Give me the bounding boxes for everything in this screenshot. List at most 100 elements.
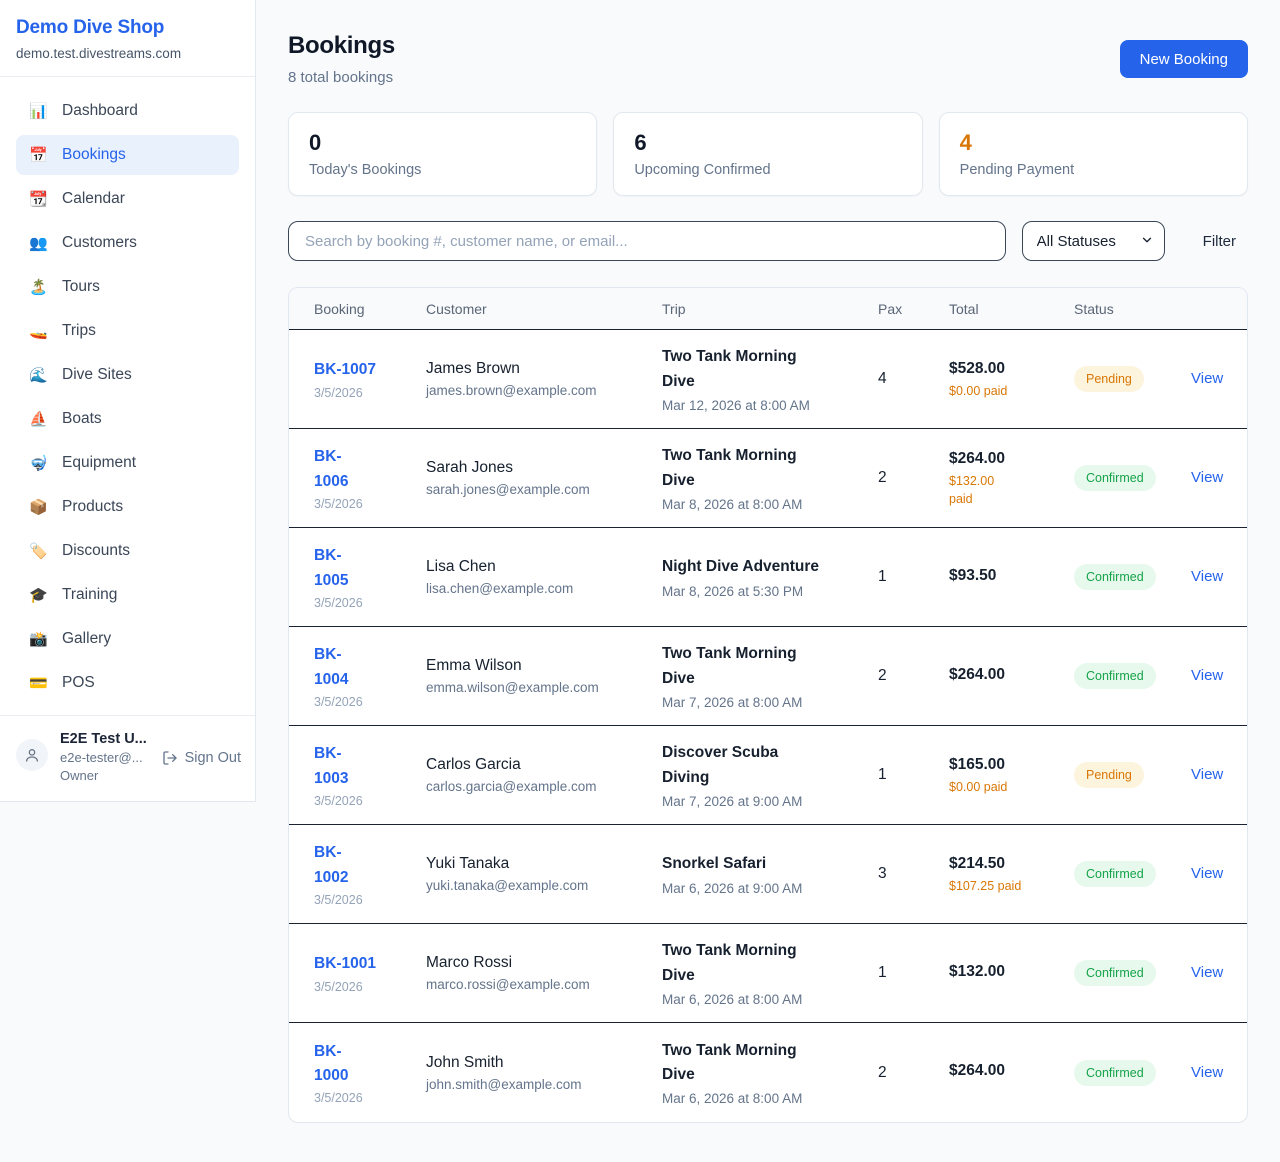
booking-cell: BK- 1004 3/5/2026 [314, 643, 426, 708]
nav-item-icon: 🤿 [29, 456, 48, 471]
status-badge: Confirmed [1074, 861, 1156, 887]
view-link[interactable]: View [1191, 568, 1223, 585]
customer-cell: Emma Wilson emma.wilson@example.com [426, 657, 662, 695]
nav-item-icon: 🚤 [29, 324, 48, 339]
table-row: BK- 1002 3/5/2026 Yuki Tanaka yuki.tanak… [289, 825, 1247, 924]
sidebar-item-dive-sites[interactable]: 🌊 Dive Sites [16, 355, 239, 395]
customer-cell: Yuki Tanaka yuki.tanaka@example.com [426, 855, 662, 893]
total-amount: $93.50 [949, 565, 1062, 587]
status-cell: Confirmed [1074, 564, 1191, 590]
view-link[interactable]: View [1191, 469, 1223, 486]
customer-email: james.brown@example.com [426, 383, 650, 398]
customer-cell: Sarah Jones sarah.jones@example.com [426, 459, 662, 497]
sign-out-label: Sign Out [185, 750, 241, 766]
sidebar-item-customers[interactable]: 👥 Customers [16, 223, 239, 263]
column-header-booking: Booking [314, 301, 426, 317]
table-row: BK-1001 3/5/2026 Marco Rossi marco.rossi… [289, 924, 1247, 1023]
total-cell: $528.00 $0.00 paid [949, 358, 1074, 401]
trip-datetime: Mar 7, 2026 at 8:00 AM [662, 695, 866, 710]
trip-datetime: Mar 8, 2026 at 5:30 PM [662, 584, 866, 599]
actions-cell: View [1191, 865, 1235, 883]
sidebar-item-dashboard[interactable]: 📊 Dashboard [16, 91, 239, 131]
customer-email: yuki.tanaka@example.com [426, 878, 650, 893]
customer-name: Emma Wilson [426, 657, 650, 675]
status-badge: Pending [1074, 762, 1144, 788]
booking-id-link[interactable]: BK- 1002 [314, 841, 414, 889]
total-amount: $165.00 [949, 754, 1062, 776]
view-link[interactable]: View [1191, 667, 1223, 684]
pax-value: 2 [878, 667, 949, 685]
nav-item-label: Products [62, 498, 123, 516]
booking-id-link[interactable]: BK-1001 [314, 952, 414, 976]
trip-cell: Night Dive Adventure Mar 8, 2026 at 5:30… [662, 555, 878, 598]
view-link[interactable]: View [1191, 865, 1223, 882]
actions-cell: View [1191, 1064, 1235, 1082]
view-link[interactable]: View [1191, 1064, 1223, 1081]
person-icon [24, 747, 40, 763]
nav-item-icon: 📸 [29, 632, 48, 647]
booking-id-link[interactable]: BK- 1005 [314, 544, 414, 592]
trip-cell: Two Tank Morning Dive Mar 6, 2026 at 8:0… [662, 1039, 878, 1106]
column-header-total: Total [949, 301, 1074, 317]
sidebar-item-trips[interactable]: 🚤 Trips [16, 311, 239, 351]
sidebar-item-boats[interactable]: ⛵ Boats [16, 399, 239, 439]
paid-amount: $107.25 paid [949, 877, 1062, 895]
booking-date: 3/5/2026 [314, 794, 414, 808]
stat-card-upcoming-confirmed: 6 Upcoming Confirmed [613, 112, 922, 196]
filters-row: All Statuses Filter [288, 221, 1248, 261]
nav-item-label: Customers [62, 234, 137, 252]
booking-date: 3/5/2026 [314, 893, 414, 907]
stats-row: 0 Today's Bookings 6 Upcoming Confirmed … [288, 112, 1248, 196]
view-link[interactable]: View [1191, 964, 1223, 981]
page-subtitle: 8 total bookings [288, 69, 395, 86]
status-badge: Confirmed [1074, 1060, 1156, 1086]
view-link[interactable]: View [1191, 370, 1223, 387]
status-select[interactable]: All Statuses [1022, 221, 1165, 261]
table-header-row: Booking Customer Trip Pax Total Status [289, 288, 1247, 330]
booking-id-link[interactable]: BK- 1000 [314, 1040, 414, 1088]
trip-cell: Two Tank Morning Dive Mar 12, 2026 at 8:… [662, 345, 878, 412]
view-link[interactable]: View [1191, 766, 1223, 783]
paid-amount: $0.00 paid [949, 778, 1062, 796]
sidebar-item-products[interactable]: 📦 Products [16, 487, 239, 527]
sign-out-button[interactable]: Sign Out [162, 750, 241, 766]
total-cell: $214.50 $107.25 paid [949, 853, 1074, 896]
booking-date: 3/5/2026 [314, 1091, 414, 1105]
sidebar-item-discounts[interactable]: 🏷️ Discounts [16, 531, 239, 571]
sidebar-item-pos[interactable]: 💳 POS [16, 663, 239, 703]
booking-id-link[interactable]: BK-1007 [314, 358, 414, 382]
booking-date: 3/5/2026 [314, 980, 414, 994]
new-booking-button[interactable]: New Booking [1120, 40, 1248, 78]
table-row: BK- 1003 3/5/2026 Carlos Garcia carlos.g… [289, 726, 1247, 825]
status-cell: Confirmed [1074, 1060, 1191, 1086]
sidebar-item-equipment[interactable]: 🤿 Equipment [16, 443, 239, 483]
booking-id-link[interactable]: BK- 1006 [314, 445, 414, 493]
nav-item-label: Trips [62, 322, 96, 340]
booking-cell: BK- 1002 3/5/2026 [314, 841, 426, 906]
paid-amount: $0.00 paid [949, 382, 1062, 400]
booking-id-link[interactable]: BK- 1003 [314, 742, 414, 790]
booking-id-link[interactable]: BK- 1004 [314, 643, 414, 691]
sign-out-icon [162, 750, 178, 766]
total-cell: $93.50 [949, 565, 1074, 590]
actions-cell: View [1191, 766, 1235, 784]
sidebar-item-bookings[interactable]: 📅 Bookings [16, 135, 239, 175]
nav-item-label: Discounts [62, 542, 130, 560]
trip-name: Two Tank Morning Dive [662, 1039, 866, 1087]
sidebar-item-training[interactable]: 🎓 Training [16, 575, 239, 615]
sidebar-item-gallery[interactable]: 📸 Gallery [16, 619, 239, 659]
total-amount: $214.50 [949, 853, 1062, 875]
total-cell: $165.00 $0.00 paid [949, 754, 1074, 797]
sidebar-item-tours[interactable]: 🏝️ Tours [16, 267, 239, 307]
nav-item-icon: 💳 [29, 676, 48, 691]
status-cell: Confirmed [1074, 465, 1191, 491]
trip-datetime: Mar 6, 2026 at 8:00 AM [662, 992, 866, 1007]
filter-button[interactable]: Filter [1191, 225, 1248, 258]
status-cell: Pending [1074, 762, 1191, 788]
nav-item-label: Calendar [62, 190, 125, 208]
search-input[interactable] [288, 221, 1006, 261]
sidebar-item-calendar[interactable]: 📆 Calendar [16, 179, 239, 219]
pax-value: 2 [878, 1064, 949, 1082]
nav-item-icon: 🎓 [29, 588, 48, 603]
customer-cell: Carlos Garcia carlos.garcia@example.com [426, 756, 662, 794]
